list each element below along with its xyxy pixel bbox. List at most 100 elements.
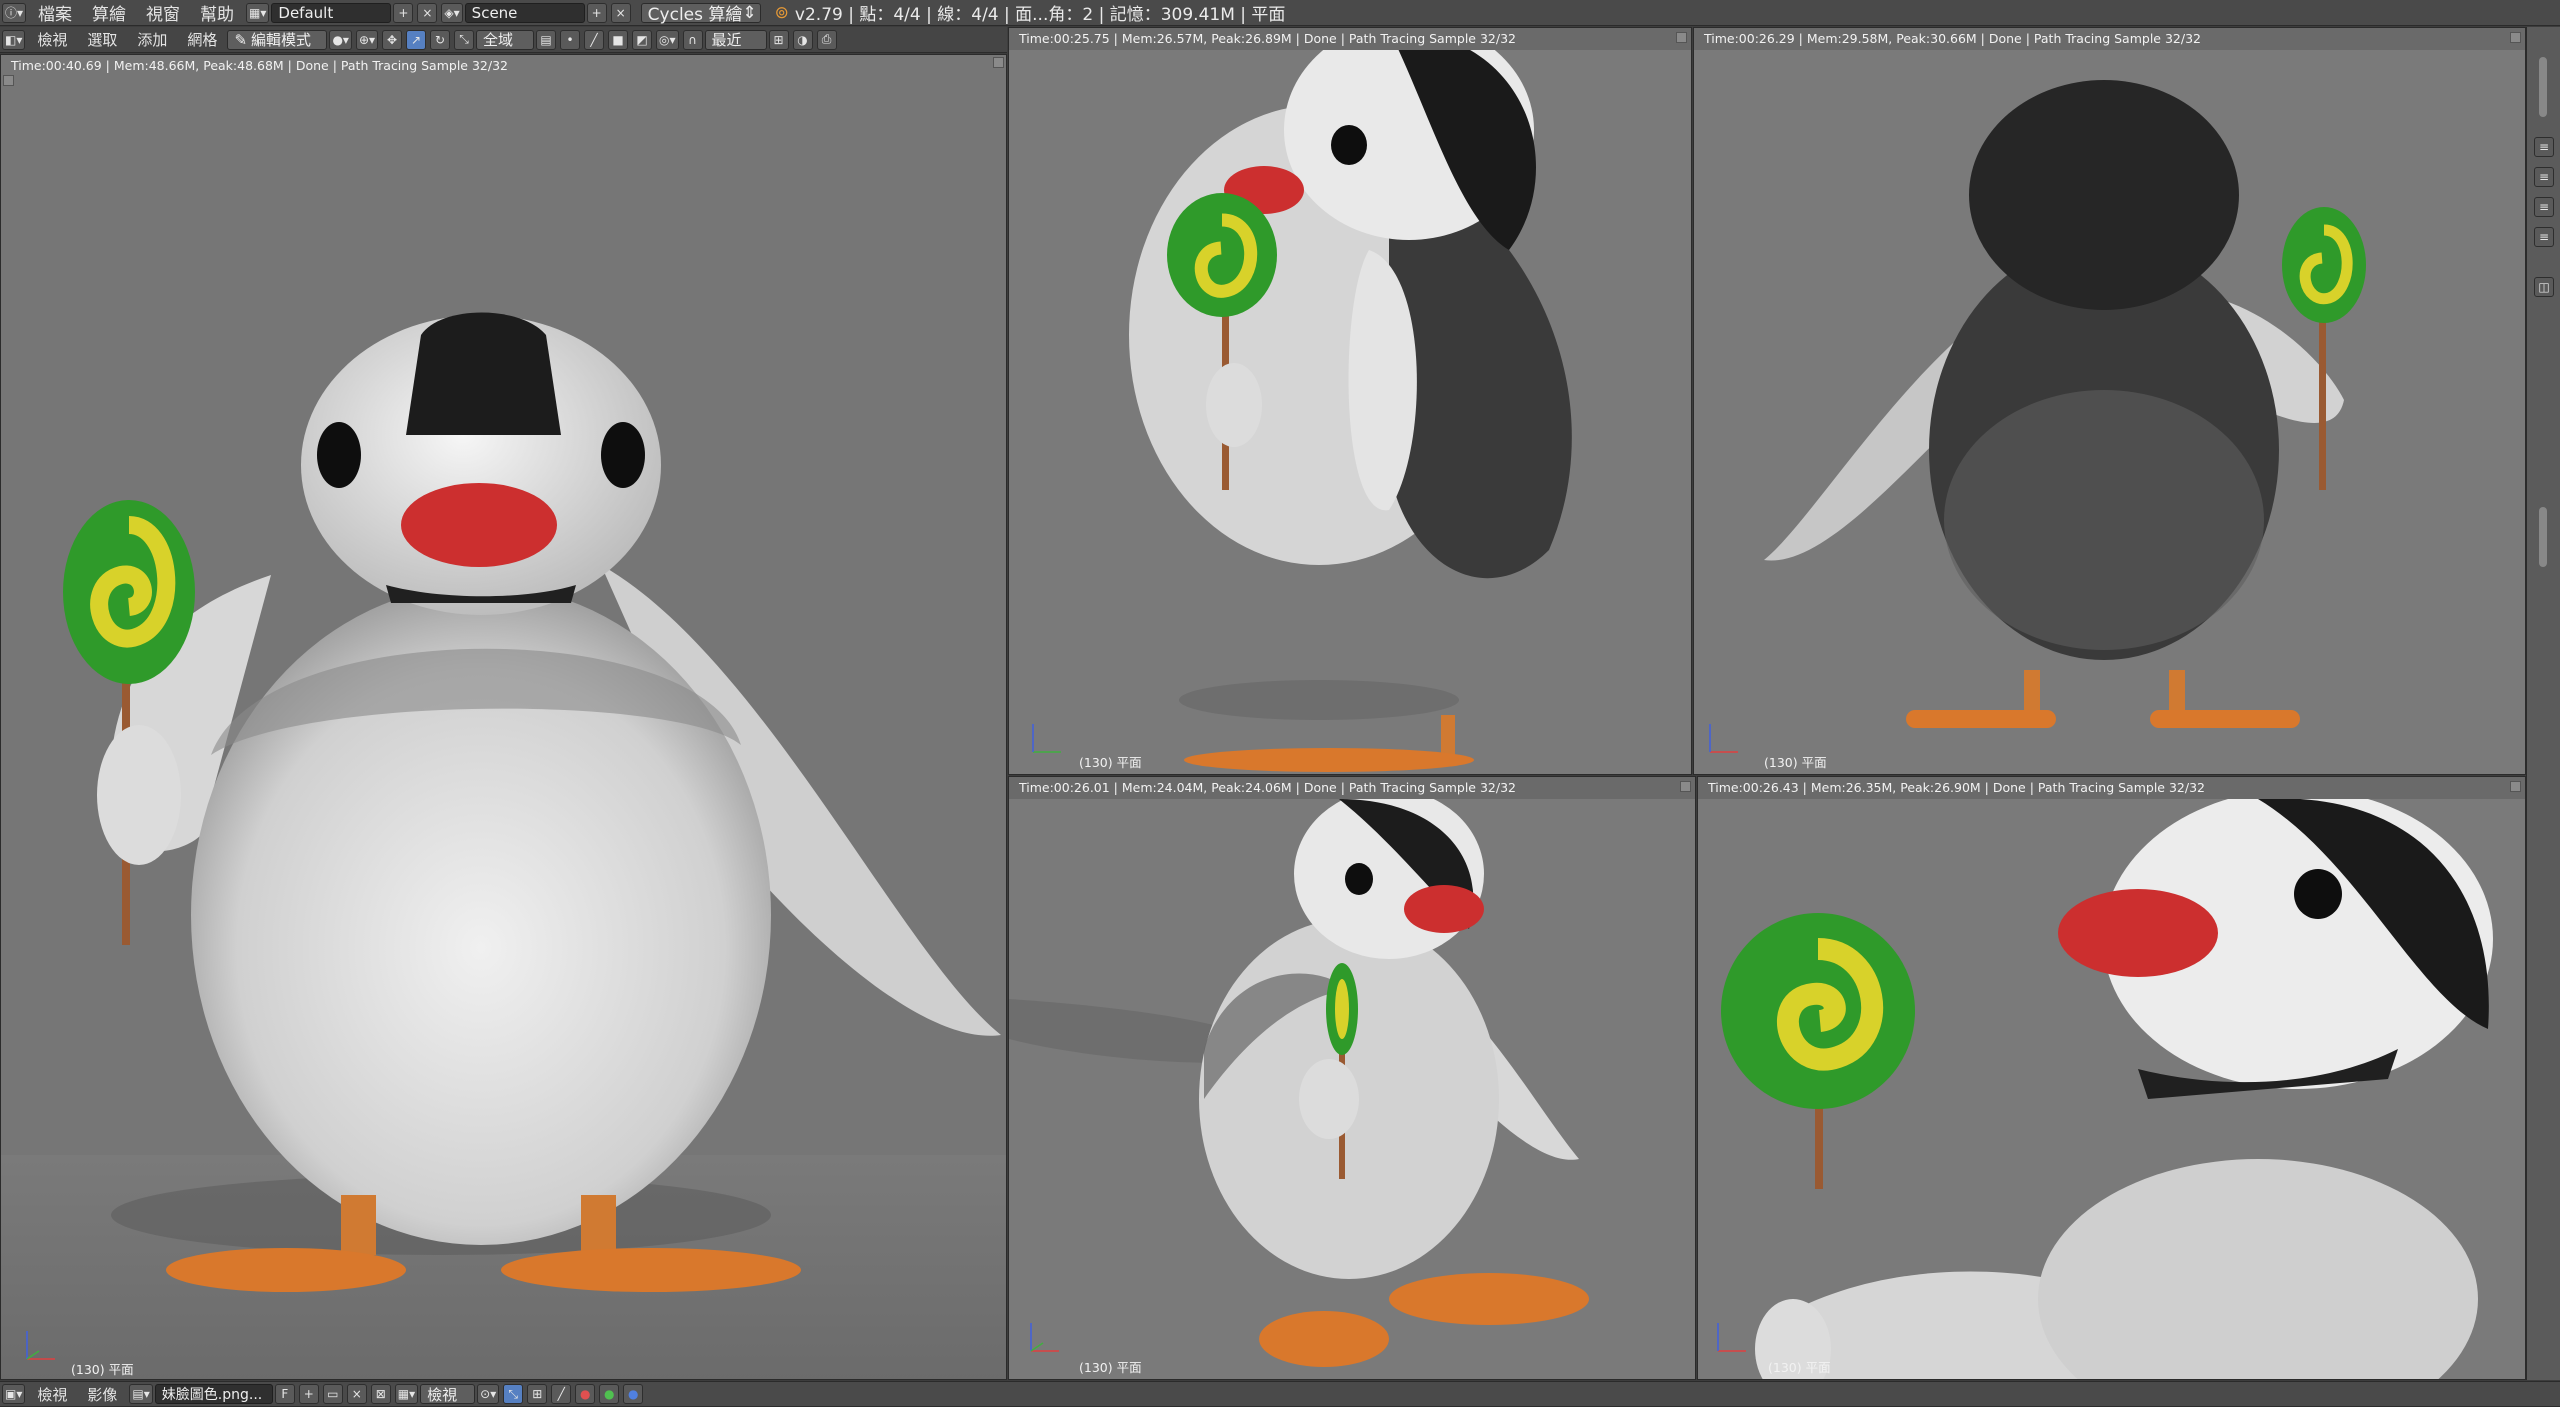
layout-icon[interactable]: ▦▾ [246,2,270,23]
chevron-updown-icon: ⇕ [742,2,757,23]
unlink-image-button[interactable]: × [346,1384,367,1404]
viewport-back[interactable]: Time:00:26.29 | Mem:29.58M, Peak:30.66M … [1693,27,2526,775]
face-select-icon[interactable]: ■ [608,29,629,50]
proportional-icon[interactable]: ◎▾ [656,29,679,50]
pin-icon[interactable]: ⊠ [370,1384,391,1404]
menu-view-footer[interactable]: 檢視 [37,1384,67,1405]
remove-scene-button[interactable]: × [610,2,631,23]
view3d-editor-icon[interactable]: ◧▾ [2,29,26,50]
area-split-handle[interactable] [1676,32,1687,43]
top-menu-bar: ⓘ▾ 檔案 算繪 視窗 幫助 ▦▾ Default + × ◈▾ Scene +… [0,0,2560,26]
image-editor-type-icon[interactable]: ▣▾ [2,1384,26,1404]
layers-icon[interactable]: ▤ [536,29,557,50]
lollipop-candy [1167,193,1277,317]
manipulator-icon[interactable]: ✥ [382,29,403,50]
fake-user-button[interactable]: F [274,1384,295,1404]
view3d-header: ◧▾ 檢視 選取 添加 網格 ✎ 編輯模式 ●▾ ⊕▾ ✥ ↗ ↻ ⤡ 全域 ▤ … [0,27,1007,53]
axis-gizmo-icon [1030,1323,1059,1352]
menu-add[interactable]: 添加 [137,29,167,50]
mode-dropdown[interactable]: ✎ 編輯模式 [227,29,328,50]
green-channel-icon[interactable]: ● [599,1384,620,1404]
penguin-left-eye [317,422,361,488]
axis-gizmo-icon [1717,1323,1746,1352]
render-info: Time:00:40.69 | Mem:48.66M, Peak:48.68M … [11,58,508,73]
snap-element-icon[interactable]: ⊞ [768,29,789,50]
menu-view[interactable]: 檢視 [37,29,67,50]
shading-icon[interactable]: ●▾ [329,29,352,50]
penguin-right-foot [501,1248,801,1292]
uv-select-icon[interactable]: ⊞ [527,1384,548,1404]
scene-icon[interactable]: ◈▾ [441,2,463,23]
render-engine-dropdown[interactable]: Cycles 算繪 ⇕ [640,2,761,25]
menu-select[interactable]: 選取 [87,29,117,50]
properties-tab-icon-4[interactable]: ≡ [2534,227,2554,247]
orientation-dropdown[interactable]: 全域 [476,29,535,50]
add-scene-button[interactable]: + [586,2,607,23]
menu-help[interactable]: 幫助 [200,0,234,25]
new-image-button[interactable]: + [298,1384,319,1404]
penguin-left-foot [1906,710,2056,728]
viewport-side[interactable]: Time:00:25.75 | Mem:26.57M, Peak:26.89M … [1008,27,1692,775]
edit-mode-icon: ✎ [234,30,248,49]
scrollbar[interactable] [2539,57,2547,117]
snap-dropdown[interactable]: 最近 [704,29,767,50]
menu-file[interactable]: 檔案 [38,0,72,25]
edge-select-footer-icon[interactable]: ╱ [551,1384,572,1404]
properties-tab-icon-2[interactable]: ≡ [2534,167,2554,187]
penguin-head-cap [406,312,561,435]
occlude-icon[interactable]: ◩ [632,29,653,50]
blender-logo-icon: ⊚ [774,2,789,23]
area-split-handle[interactable] [1680,781,1691,792]
pivot-icon[interactable]: ⊕▾ [355,29,379,50]
viewport-closeup[interactable]: Time:00:26.43 | Mem:26.35M, Peak:26.90M … [1697,776,2526,1380]
area-split-handle-left[interactable] [3,75,14,86]
red-channel-icon[interactable]: ● [575,1384,596,1404]
menu-render[interactable]: 算繪 [92,0,126,25]
area-split-handle[interactable] [2510,781,2521,792]
translate-icon[interactable]: ↗ [406,29,427,50]
view-mode-icon[interactable]: ▦▾ [394,1384,419,1404]
render-info: Time:00:26.43 | Mem:26.35M, Peak:26.90M … [1708,780,2205,795]
snap-label: 最近 [711,31,742,49]
view-mode-dropdown[interactable]: 檢視 [420,1384,476,1404]
scrollbar-lower[interactable] [2539,507,2547,567]
editor-type-info-icon[interactable]: ⓘ▾ [2,2,27,23]
side-render [1009,50,1691,774]
axis-gizmo-icon [1032,724,1061,753]
viewport-three-quarter[interactable]: Time:00:26.01 | Mem:24.04M, Peak:24.06M … [1008,776,1696,1380]
menu-window[interactable]: 視窗 [146,0,180,25]
frame-info: (130) 平面 [1768,1360,1831,1375]
image-name-field[interactable]: 妹臉圖色.png... [154,1384,273,1404]
edge-select-icon[interactable]: ╱ [584,29,605,50]
penguin-right-eye [601,422,645,488]
blue-channel-icon[interactable]: ● [623,1384,644,1404]
menu-mesh[interactable]: 網格 [187,29,217,50]
sync-selection-icon[interactable]: ⤡ [503,1384,524,1404]
scene-field[interactable]: Scene [464,2,585,23]
penguin-eye [2294,869,2342,919]
properties-tab-icon-3[interactable]: ≡ [2534,197,2554,217]
area-split-handle[interactable] [993,57,1004,68]
menu-image[interactable]: 影像 [87,1384,117,1405]
frame-info: (130) 平面 [1079,1360,1142,1375]
vertex-select-icon[interactable]: • [560,29,581,50]
add-layout-button[interactable]: + [393,2,414,23]
layout-field[interactable]: Default [271,2,392,23]
scale-icon[interactable]: ⤡ [454,29,475,50]
camera-icon[interactable]: ⎙ [816,29,837,50]
viewport-front[interactable]: Time:00:40.69 | Mem:48.66M, Peak:48.68M … [0,54,1007,1380]
render-info: Time:00:26.01 | Mem:24.04M, Peak:24.06M … [1019,780,1516,795]
remove-layout-button[interactable]: × [417,2,438,23]
magnet-icon[interactable]: ∩ [682,29,703,50]
rotate-icon[interactable]: ↻ [430,29,451,50]
render-preview-icon[interactable]: ◑ [792,29,813,50]
open-image-icon[interactable]: ▭ [322,1384,343,1404]
area-split-handle[interactable] [2510,32,2521,43]
frame-info: (130) 平面 [1079,755,1142,770]
penguin-left-foot [166,1248,406,1292]
properties-tab-icon[interactable]: ≡ [2534,137,2554,157]
mode-label: 編輯模式 [251,31,312,49]
image-browse-icon[interactable]: ▤▾ [129,1384,153,1404]
toggle-panel-icon[interactable]: ◫ [2534,277,2554,297]
pivot-footer-icon[interactable]: ⊙▾ [477,1384,500,1404]
